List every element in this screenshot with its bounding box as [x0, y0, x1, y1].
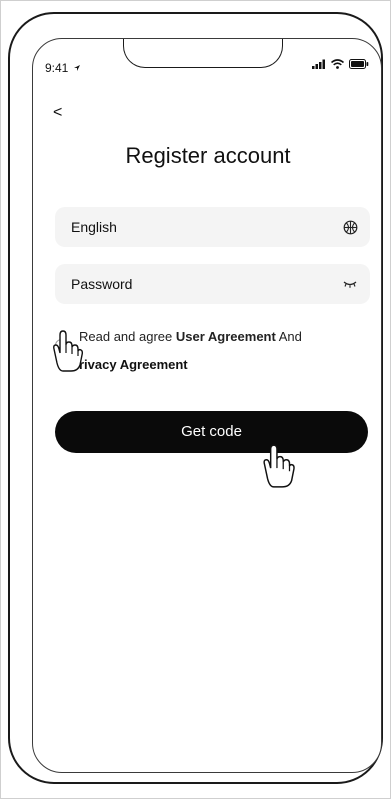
signal-icon: [312, 59, 325, 69]
user-agreement-link[interactable]: User Agreement: [176, 329, 276, 344]
password-input[interactable]: [69, 275, 342, 293]
hand-cursor-icon: [263, 444, 295, 488]
location-arrow-icon: [73, 65, 80, 71]
page-title: Register account: [125, 143, 291, 168]
phone-frame: 9:41 < Register account English Password…: [8, 12, 383, 784]
back-button[interactable]: <: [53, 103, 73, 123]
phone-notch: [123, 39, 283, 68]
status-time-text: 9:41: [45, 61, 69, 75]
agreement-conjunction: And: [278, 329, 302, 344]
phone-screen: 9:41 < Register account English Password…: [32, 38, 382, 773]
get-code-button[interactable]: Get code: [55, 411, 368, 453]
eye-closed-icon[interactable]: [342, 276, 358, 292]
status-time: 9:41: [45, 61, 81, 75]
back-chevron-icon: <: [53, 104, 63, 121]
privacy-agreement-link[interactable]: rivacy Agreement: [79, 357, 188, 372]
battery-icon: [349, 59, 369, 69]
agreement-line-1: Read and agree User Agreement And: [79, 329, 302, 344]
status-icons: [312, 59, 369, 69]
hand-cursor-icon: [53, 330, 83, 372]
globe-icon[interactable]: [342, 219, 358, 235]
wifi-icon: [331, 59, 344, 69]
agreement-prefix: Read and agree: [79, 329, 173, 344]
password-field[interactable]: [55, 264, 370, 304]
account-field[interactable]: [55, 207, 370, 247]
account-input[interactable]: [69, 218, 342, 236]
